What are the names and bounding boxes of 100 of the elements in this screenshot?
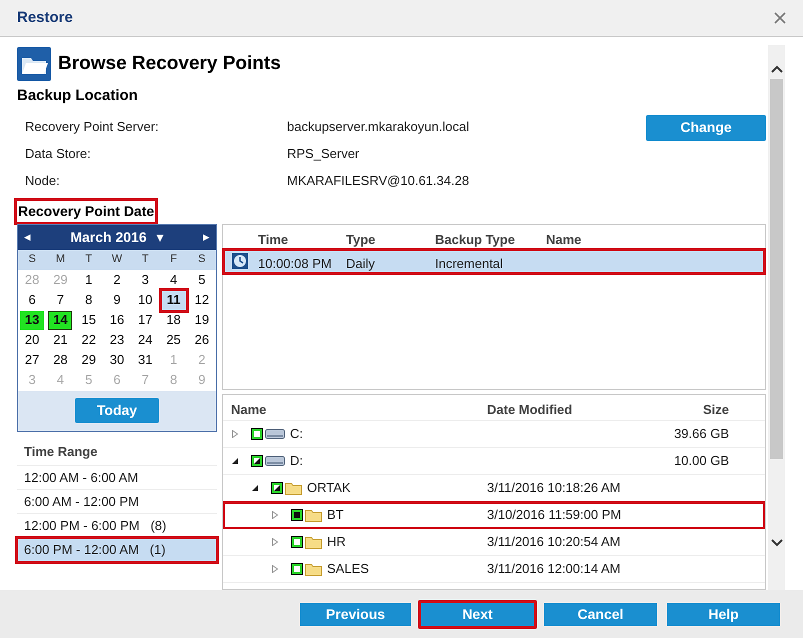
change-button[interactable]: Change [646, 114, 766, 140]
scrollbar-thumb[interactable] [770, 79, 783, 459]
clock-icon [232, 252, 248, 268]
calendar-day[interactable]: 28 [48, 350, 72, 370]
checkbox[interactable] [251, 428, 263, 440]
calendar-day[interactable]: 8 [76, 290, 101, 310]
time-range-heading: Time Range [23, 442, 98, 461]
tree-row[interactable]: C: 39.66 GB [223, 420, 765, 448]
next-month-button[interactable]: ▸ [203, 227, 210, 247]
item-name: ORTAK [307, 478, 351, 497]
item-name: SALES [327, 560, 369, 578]
field-label: Recovery Point Server: [25, 118, 160, 136]
calendar-day[interactable]: 16 [104, 310, 129, 330]
calendar-day[interactable]: 23 [104, 330, 129, 350]
month-dropdown-button[interactable]: ▾ [156, 226, 164, 248]
collapse-icon[interactable] [231, 456, 239, 464]
table-cell-text: Daily [346, 254, 375, 273]
calendar-day[interactable]: 21 [48, 330, 72, 350]
section-heading: Backup Location [17, 86, 139, 106]
calendar-day[interactable]: 25 [162, 330, 186, 350]
recovery-point-row[interactable]: 10:00:08 PM Daily Incremental [223, 248, 765, 274]
calendar-day[interactable]: 9 [104, 290, 129, 310]
table-cell-text: Incremental [435, 254, 503, 272]
collapse-icon[interactable] [251, 484, 259, 492]
tree-row[interactable]: ORTAK 3/11/2016 10:18:26 AM [223, 474, 765, 502]
previous-month-button[interactable]: ◂ [24, 227, 31, 247]
checkbox[interactable] [291, 508, 303, 520]
calendar-day[interactable]: 26 [190, 330, 214, 350]
close-icon[interactable] [774, 12, 786, 24]
calendar-day[interactable]: 10 [133, 290, 158, 310]
calendar-day[interactable]: 22 [76, 330, 101, 350]
calendar-day[interactable]: 2 [104, 270, 129, 290]
weekday-label: T [140, 252, 150, 268]
scrollbar[interactable] [768, 45, 785, 590]
item-name: C: [290, 424, 303, 443]
checkbox[interactable] [271, 482, 283, 494]
item-name: HR [327, 532, 346, 551]
calendar-day[interactable]: 4 [162, 270, 186, 290]
weekday-label: M [54, 252, 66, 268]
today-button[interactable]: Today [75, 398, 159, 423]
weekday-label: S [197, 252, 207, 268]
tree-row[interactable]: SALES 3/11/2016 12:00:14 AM [223, 556, 765, 582]
checkbox[interactable] [291, 562, 303, 574]
size-value: 39.66 GB [674, 424, 729, 443]
column-header: Time [258, 230, 288, 248]
footer-button[interactable]: Next [418, 600, 537, 628]
field-value: backupserver.mkarakoyun.local [287, 118, 470, 136]
time-range-item[interactable]: 6:00 PM - 12:00 AM (1) [17, 538, 217, 562]
field-label: Node: [25, 172, 61, 190]
scroll-up-icon[interactable] [770, 65, 782, 73]
tree-row[interactable]: HR 3/11/2016 10:20:54 AM [223, 528, 765, 556]
page-title: Browse Recovery Points [58, 52, 281, 76]
tree-row[interactable]: BT 3/10/2016 11:59:00 PM [223, 502, 765, 528]
calendar-day[interactable]: 29 [76, 350, 101, 370]
calendar-day[interactable]: 19 [190, 310, 214, 330]
calendar-day[interactable]: 11 [162, 290, 186, 310]
weekday-label: W [110, 252, 124, 268]
table-cell-text: 10:00:08 PM [258, 254, 332, 272]
calendar-day[interactable]: 1 [76, 270, 101, 290]
weekday-label: S [27, 252, 37, 268]
calendar-day[interactable]: 5 [190, 270, 214, 290]
date-modified: 3/11/2016 10:18:26 AM [487, 478, 620, 497]
expand-icon[interactable] [271, 564, 279, 572]
month-label: March 2016 [70, 228, 147, 246]
calendar-day[interactable]: 17 [133, 310, 158, 330]
calendar-day[interactable]: 12 [190, 290, 214, 310]
calendar-day[interactable]: 24 [133, 330, 158, 350]
field-value: RPS_Server [287, 145, 360, 164]
section-heading: Recovery Point Date [17, 200, 156, 222]
expand-icon[interactable] [271, 510, 279, 518]
calendar-day[interactable]: 20 [20, 330, 44, 350]
calendar-day[interactable]: 3 [133, 270, 158, 290]
column-header: Type [346, 230, 376, 249]
expand-icon[interactable] [271, 538, 279, 546]
column-header: Backup Type [435, 230, 515, 249]
field-value: MKARAFILESRV@10.61.34.28 [287, 172, 470, 190]
folder-icon [17, 47, 51, 81]
item-name: BT [327, 506, 344, 524]
date-modified: 3/11/2016 12:00:14 AM [487, 560, 620, 578]
size-value: 10.00 GB [674, 452, 729, 470]
tree-row[interactable]: D: 10.00 GB [223, 448, 765, 474]
scroll-down-icon[interactable] [770, 539, 782, 547]
checkbox[interactable] [251, 454, 263, 466]
checkbox[interactable] [291, 536, 303, 548]
calendar-day[interactable]: 14 [48, 310, 72, 330]
field-label: Data Store: [25, 145, 92, 164]
calendar-day[interactable]: 13 [20, 310, 44, 330]
calendar-day[interactable]: 6 [20, 290, 44, 310]
calendar-day[interactable]: 18 [162, 310, 186, 330]
window-title: Restore [17, 8, 73, 28]
expand-icon[interactable] [231, 430, 239, 438]
calendar-day[interactable]: 27 [20, 350, 44, 370]
calendar-day[interactable]: 15 [76, 310, 101, 330]
date-modified: 3/10/2016 11:59:00 PM [487, 506, 622, 524]
calendar-day[interactable]: 7 [48, 290, 72, 310]
calendar-day[interactable]: 31 [133, 350, 158, 370]
item-name: D: [290, 452, 303, 470]
column-header: Name [231, 400, 266, 418]
calendar-day[interactable]: 30 [104, 350, 129, 370]
date-modified: 3/11/2016 10:20:54 AM [487, 532, 620, 551]
